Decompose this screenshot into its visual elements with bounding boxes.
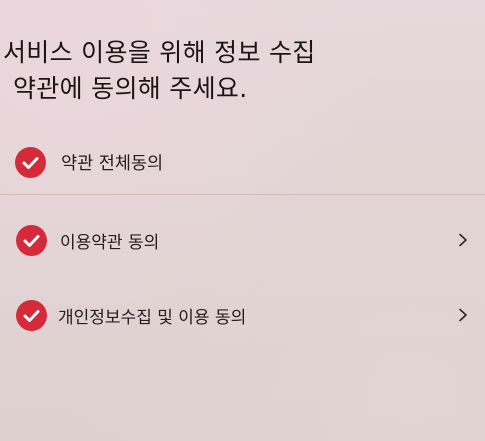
terms-of-use-row[interactable]: 이용약관 동의 [0, 218, 485, 262]
terms-of-use-label: 이용약관 동의 [60, 232, 160, 253]
chevron-right-icon[interactable] [456, 308, 470, 322]
chevron-right-icon[interactable] [456, 233, 470, 247]
page-title-line-1: 서비스 이용을 위해 정보 수집 [3, 37, 316, 67]
divider [0, 194, 485, 195]
checkmark-circle-icon[interactable] [16, 224, 47, 256]
agree-all-label: 약관 전체동의 [61, 153, 164, 174]
page-title: 서비스 이용을 위해 정보 수집 약관에 동의해 주세요. [3, 35, 473, 107]
privacy-collection-row[interactable]: 개인정보수집 및 이용 동의 [0, 293, 485, 337]
page-title-line-2: 약관에 동의해 주세요. [13, 73, 248, 103]
privacy-collection-label: 개인정보수집 및 이용 동의 [58, 307, 247, 328]
checkmark-circle-icon[interactable] [16, 299, 47, 331]
checkmark-circle-icon[interactable] [15, 146, 46, 178]
agree-all-row[interactable]: 약관 전체동의 [0, 140, 485, 184]
